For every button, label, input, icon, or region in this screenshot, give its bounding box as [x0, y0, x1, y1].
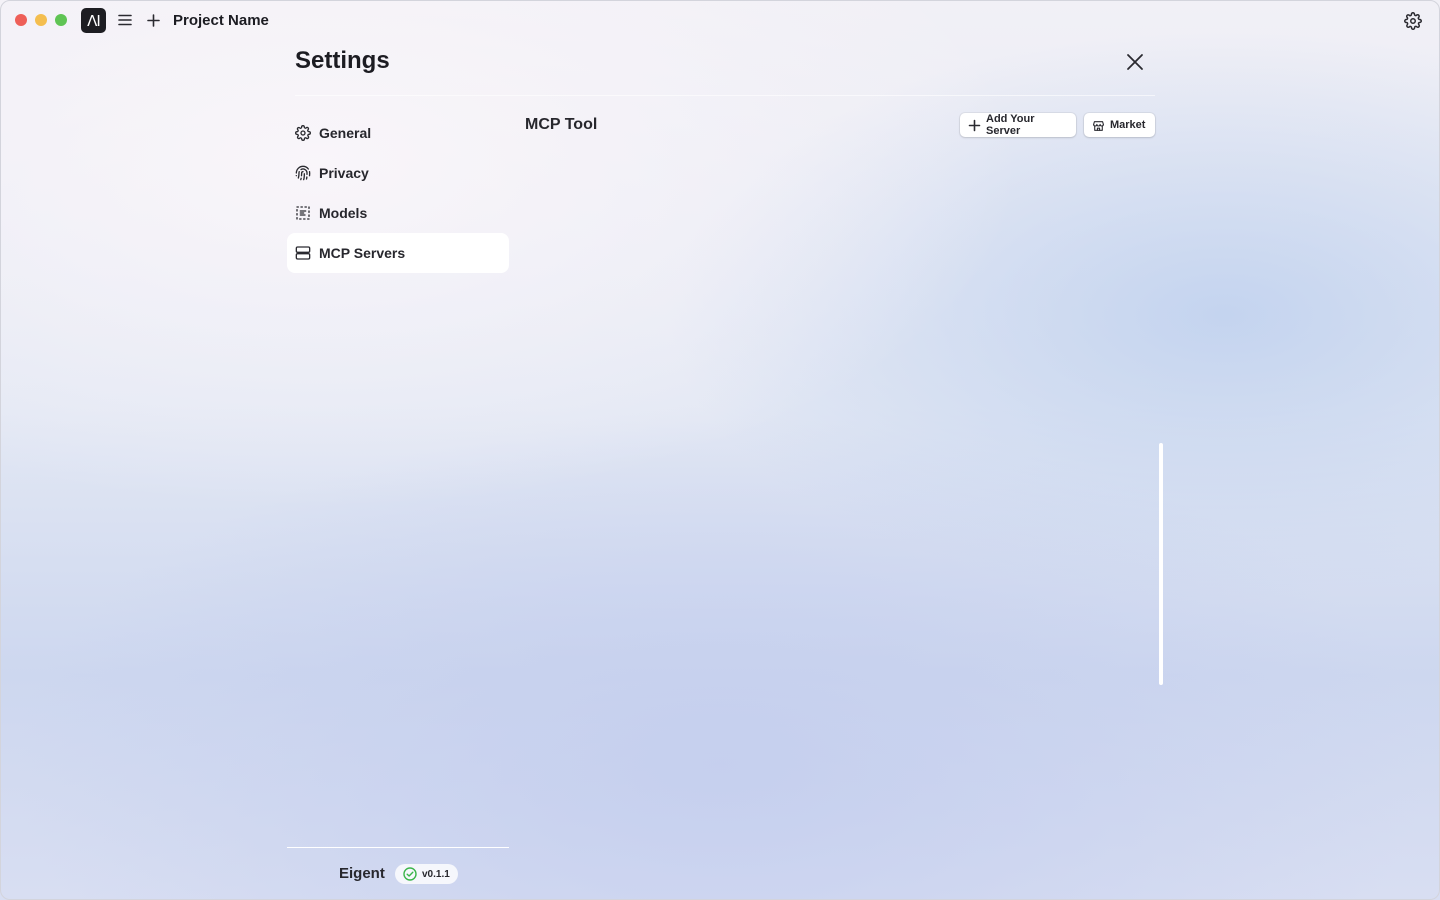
server-icon — [295, 245, 311, 261]
version-badge: v0.1.1 — [395, 864, 458, 884]
check-circle-icon — [403, 867, 417, 881]
maximize-window-button[interactable] — [55, 14, 67, 26]
close-window-button[interactable] — [15, 14, 27, 26]
nav-item-mcp-servers[interactable]: MCP Servers — [287, 233, 509, 273]
nav-item-general[interactable]: General — [287, 113, 509, 153]
nav-item-label: Models — [319, 205, 368, 221]
plus-icon[interactable] — [144, 11, 162, 29]
minimize-window-button[interactable] — [35, 14, 47, 26]
title-bar: ΛI Project Name — [1, 1, 1439, 41]
close-settings-button[interactable] — [1123, 50, 1147, 74]
footer-divider — [287, 847, 509, 848]
version-text: v0.1.1 — [422, 868, 450, 880]
nav-item-label: General — [319, 125, 372, 141]
project-name[interactable]: Project Name — [173, 12, 269, 29]
model-icon — [295, 205, 311, 221]
add-server-button[interactable]: Add Your Server — [960, 113, 1076, 137]
gear-icon[interactable] — [1404, 12, 1422, 30]
brand-name: Eigent — [339, 865, 385, 882]
add-server-label: Add Your Server — [986, 113, 1035, 137]
gear-icon — [295, 125, 311, 141]
nav-item-models[interactable]: Models — [287, 193, 509, 233]
plus-icon — [968, 119, 981, 132]
menu-icon[interactable] — [116, 11, 134, 29]
close-icon — [1127, 54, 1143, 70]
header-divider — [295, 95, 1155, 96]
market-button[interactable]: Market — [1084, 113, 1155, 137]
market-label: Market — [1110, 119, 1146, 131]
nav-item-privacy[interactable]: Privacy — [287, 153, 509, 193]
section-title: MCP Tool — [525, 116, 598, 133]
app-window: ΛI Project Name Settings General Privacy… — [0, 0, 1440, 900]
nav-item-label: Privacy — [319, 165, 369, 181]
settings-nav: General Privacy Models MCP Servers — [287, 113, 509, 273]
app-logo[interactable]: ΛI — [81, 8, 106, 33]
scrollbar[interactable] — [1159, 443, 1163, 685]
nav-item-label: MCP Servers — [319, 245, 406, 261]
store-icon — [1092, 119, 1105, 132]
fingerprint-icon — [295, 165, 311, 181]
page-title: Settings — [295, 47, 390, 74]
